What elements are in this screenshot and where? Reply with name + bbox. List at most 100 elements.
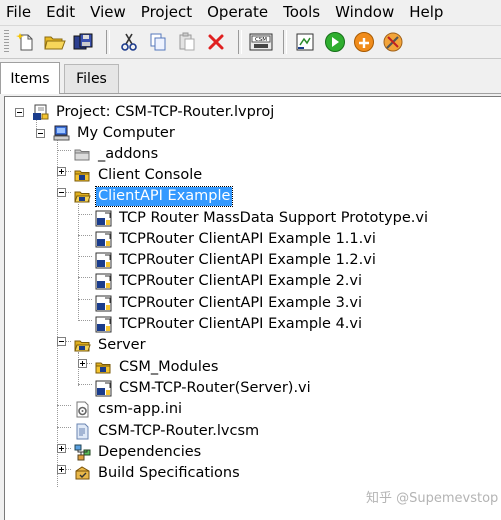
copy-button[interactable] <box>145 29 171 55</box>
tree-item-csm-modules[interactable]: CSM_Modules <box>95 357 220 378</box>
tree-line <box>78 235 92 236</box>
tree-item-label: CSM-TCP-Router(Server).vi <box>119 380 311 396</box>
project-icon <box>32 104 49 121</box>
computer-icon <box>53 125 70 142</box>
toolbar-grip[interactable] <box>4 30 9 54</box>
tree-item-csm-app-ini[interactable]: csm-app.ini <box>74 399 184 420</box>
settings-file-icon <box>74 401 91 418</box>
vi-icon <box>296 33 314 51</box>
run-icon <box>325 32 345 52</box>
tree-item-label: My Computer <box>77 125 175 141</box>
tree-line <box>78 256 92 257</box>
vi-button[interactable] <box>293 29 319 55</box>
open-button[interactable] <box>42 29 68 55</box>
tree-item-client-console[interactable]: Client Console <box>74 165 204 186</box>
tree-item-label: CSM_Modules <box>119 359 219 375</box>
tree-item-label: Dependencies <box>98 444 202 460</box>
menu-file[interactable]: File <box>0 3 31 21</box>
save-all-button[interactable] <box>71 29 97 55</box>
menu-edit[interactable]: Edit <box>40 3 75 21</box>
tab-items[interactable]: Items <box>0 62 60 94</box>
menu-help[interactable]: Help <box>403 3 443 21</box>
paste-button[interactable] <box>174 29 200 55</box>
menu-bar: File Edit View Project Operate Tools Win… <box>0 0 501 24</box>
tree-line <box>78 277 92 278</box>
virtual-folder-open-icon <box>74 337 91 354</box>
expander-clientapi-example[interactable] <box>57 188 66 197</box>
csm-button[interactable]: CSM <box>248 29 274 55</box>
tree-item-label: TCPRouter ClientAPI Example 1.1.vi <box>119 231 376 247</box>
expander-dependencies[interactable] <box>57 444 66 453</box>
tree-item-label: csm-app.ini <box>98 401 183 417</box>
project-tabs: Items Files <box>0 60 501 94</box>
vi-file-icon <box>95 273 112 290</box>
toolbar: CSM <box>0 25 501 59</box>
tree-item-vi[interactable]: TCPRouter ClientAPI Example 3.vi <box>95 293 364 314</box>
tree-item-addons[interactable]: _addons <box>74 144 160 165</box>
tree-item-project[interactable]: Project: CSM-TCP-Router.lvproj <box>32 102 276 123</box>
tree-item-vi[interactable]: TCP Router MassData Support Prototype.vi <box>95 208 430 229</box>
vi-file-icon <box>95 210 112 227</box>
watermark: 知乎 @Supemevstop <box>366 491 499 506</box>
tree-item-label: TCPRouter ClientAPI Example 4.vi <box>119 316 363 332</box>
cut-button[interactable] <box>116 29 142 55</box>
build-button[interactable] <box>351 29 377 55</box>
paste-icon <box>179 32 195 51</box>
virtual-folder-icon <box>74 167 91 184</box>
menu-project[interactable]: Project <box>135 3 192 21</box>
document-icon <box>74 423 91 440</box>
open-folder-icon <box>44 36 66 50</box>
tree-item-clientapi-example[interactable]: ClientAPI Example <box>74 186 234 207</box>
tools-icon <box>383 32 403 52</box>
tools-button[interactable] <box>380 29 406 55</box>
tree-line <box>57 405 71 406</box>
expander-client-console[interactable] <box>57 167 66 176</box>
save-all-icon <box>73 33 93 50</box>
vi-file-icon <box>95 231 112 248</box>
menu-window[interactable]: Window <box>329 3 394 21</box>
tree-item-label: TCP Router MassData Support Prototype.vi <box>119 210 428 226</box>
expander-build-specifications[interactable] <box>57 465 66 474</box>
vi-file-icon <box>95 380 112 397</box>
tree-item-label: ClientAPI Example <box>94 186 234 207</box>
tree-item-label: CSM-TCP-Router.lvcsm <box>98 423 260 439</box>
tree-line <box>78 384 92 385</box>
expander-my-computer[interactable] <box>36 129 45 138</box>
toolbar-separator <box>283 30 287 54</box>
tab-files[interactable]: Files <box>64 64 119 93</box>
toolbar-separator <box>238 30 242 54</box>
vi-file-icon <box>95 316 112 333</box>
expander-csm-modules[interactable] <box>78 359 87 368</box>
labview-project-window: File Edit View Project Operate Tools Win… <box>0 0 501 520</box>
tree-item-build-specifications[interactable]: Build Specifications <box>74 463 242 484</box>
delete-button[interactable] <box>203 29 229 55</box>
menu-view[interactable]: View <box>84 3 126 21</box>
toolbar-separator <box>106 30 110 54</box>
tree-item-server[interactable]: Server <box>74 335 148 356</box>
delete-icon <box>208 34 224 50</box>
tree-line <box>78 299 92 300</box>
tree-line <box>78 320 92 321</box>
project-tree: Project: CSM-TCP-Router.lvproj My Comput… <box>4 96 501 520</box>
new-button[interactable] <box>13 29 39 55</box>
tree-item-dependencies[interactable]: Dependencies <box>74 442 203 463</box>
tree-item-label: TCPRouter ClientAPI Example 1.2.vi <box>119 252 376 268</box>
run-button[interactable] <box>322 29 348 55</box>
tree-item-label: TCPRouter ClientAPI Example 2.vi <box>119 273 363 289</box>
folder-icon <box>74 146 91 163</box>
virtual-folder-open-icon <box>74 188 91 205</box>
tree-item-server-vi[interactable]: CSM-TCP-Router(Server).vi <box>95 378 313 399</box>
tree-item-vi[interactable]: TCPRouter ClientAPI Example 1.2.vi <box>95 250 378 271</box>
tree-item-vi[interactable]: TCPRouter ClientAPI Example 1.1.vi <box>95 229 378 250</box>
tree-item-lvcsm[interactable]: CSM-TCP-Router.lvcsm <box>74 421 261 442</box>
expander-project[interactable] <box>15 108 24 117</box>
tree-item-label: Server <box>98 337 146 353</box>
tree-item-my-computer[interactable]: My Computer <box>53 123 177 144</box>
dependencies-icon <box>74 444 91 461</box>
tree-item-vi[interactable]: TCPRouter ClientAPI Example 2.vi <box>95 271 364 292</box>
csm-icon: CSM <box>249 33 273 51</box>
menu-operate[interactable]: Operate <box>201 3 268 21</box>
expander-server[interactable] <box>57 337 66 346</box>
menu-tools[interactable]: Tools <box>277 3 320 21</box>
tree-item-vi[interactable]: TCPRouter ClientAPI Example 4.vi <box>95 314 364 335</box>
